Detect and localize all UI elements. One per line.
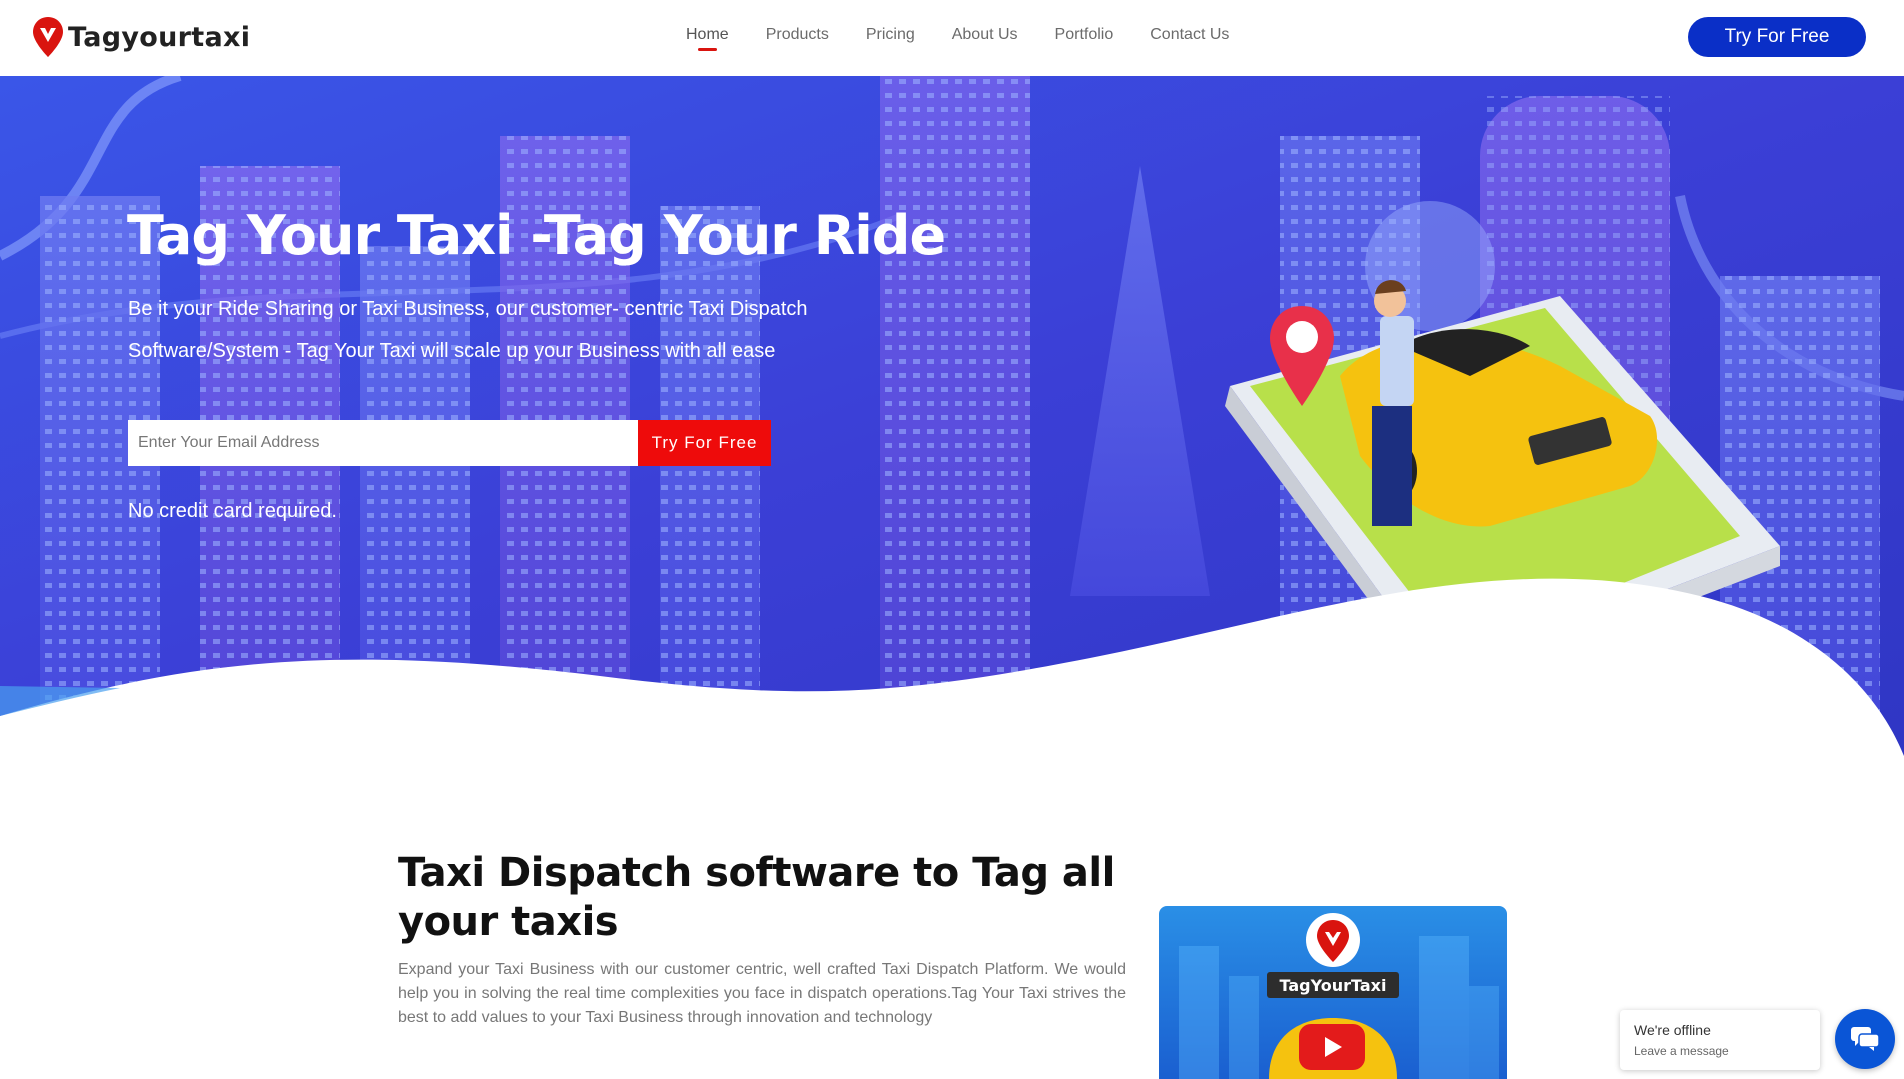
nav-home[interactable]: Home [686,26,729,51]
chat-status-subtitle: Leave a message [1634,1044,1729,1058]
nav-pricing[interactable]: Pricing [866,26,915,44]
email-input[interactable] [128,420,638,466]
no-credit-card-note: No credit card required. [128,500,337,522]
hero-city-illustration [0,76,1904,756]
section-title: Taxi Dispatch software to Tag all your t… [398,850,1115,945]
hero-try-free-button[interactable]: Try For Free [638,420,771,466]
hero-banner: Tag Your Taxi -Tag Your Ride Be it your … [0,76,1904,756]
chat-icon [1851,1027,1880,1051]
hero-title: Tag Your Taxi -Tag Your Ride [127,204,946,267]
chat-launcher-button[interactable] [1835,1009,1895,1069]
play-icon[interactable] [1299,1024,1365,1070]
logo-pin-icon [33,17,63,57]
nav-portfolio[interactable]: Portfolio [1055,26,1114,44]
nav-contact-us[interactable]: Contact Us [1150,26,1229,44]
section-description: Expand your Taxi Business with our custo… [398,961,1126,1026]
main-nav: Home Products Pricing About Us Portfolio… [686,26,1266,51]
chat-status-title: We're offline [1634,1022,1711,1038]
nav-products[interactable]: Products [766,26,829,44]
promo-video-thumbnail[interactable]: TagYourTaxi [1159,906,1507,1079]
chat-status-box[interactable]: We're offline Leave a message [1620,1010,1820,1070]
video-channel-label: TagYourTaxi [1267,972,1399,998]
site-header: Tagyourtaxi Home Products Pricing About … [0,0,1904,76]
brand-logo[interactable]: Tagyourtaxi [32,16,250,58]
nav-about-us[interactable]: About Us [952,26,1018,44]
header-try-free-button[interactable]: Try For Free [1688,17,1866,57]
brand-name: Tagyourtaxi [68,21,251,53]
hero-subtitle: Be it your Ride Sharing or Taxi Business… [128,298,808,362]
